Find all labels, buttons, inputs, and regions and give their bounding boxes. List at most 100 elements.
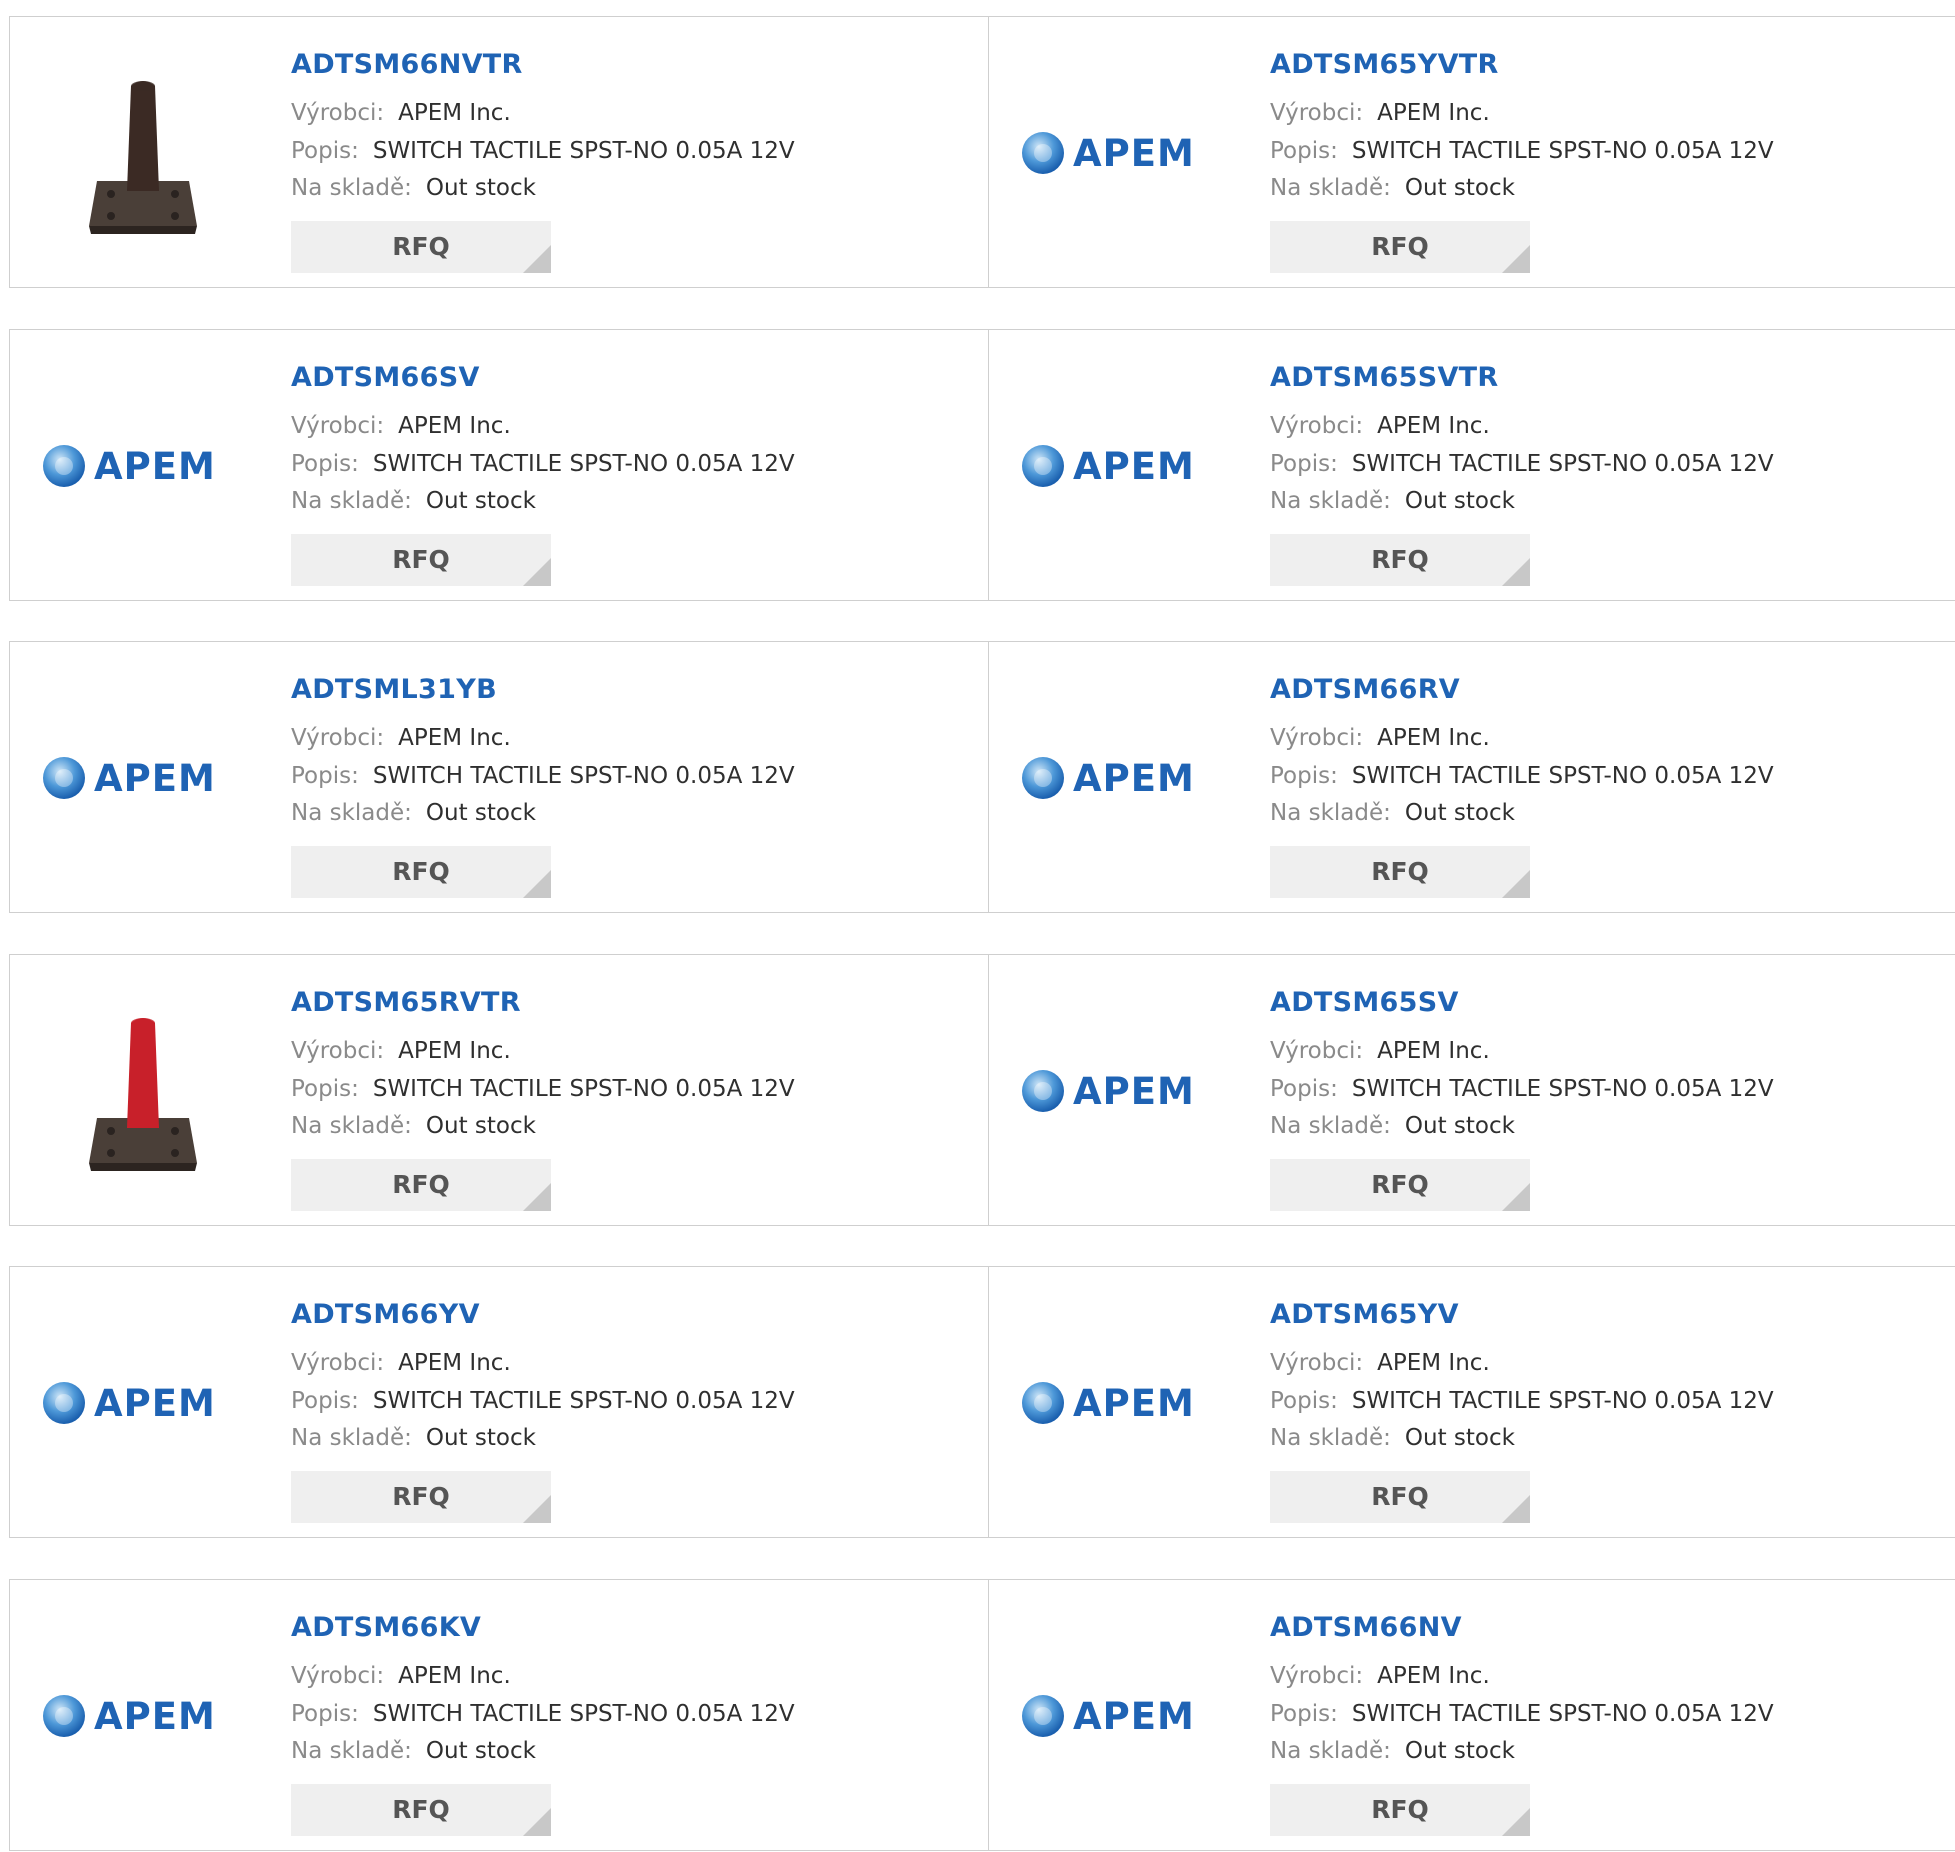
description-line: Popis: SWITCH TACTILE SPST-NO 0.05A 12V (291, 138, 795, 164)
rfq-button[interactable]: RFQ (1270, 1158, 1530, 1211)
manufacturer-line: Výrobci: APEM Inc. (1270, 1038, 1490, 1064)
part-number-link[interactable]: ADTSM66YV (291, 1299, 480, 1330)
stock-value: Out stock (425, 1112, 536, 1139)
svg-text:APEM: APEM (94, 757, 216, 800)
corner-triangle-icon (1502, 245, 1530, 273)
manufacturer-line: Výrobci: APEM Inc. (291, 1350, 511, 1376)
product-image[interactable] (42, 991, 242, 1191)
svg-text:APEM: APEM (94, 1382, 216, 1425)
part-number-link[interactable]: ADTSM66RV (1270, 674, 1460, 705)
rfq-label: RFQ (392, 1482, 450, 1511)
stock-label: Na skladě: (291, 487, 412, 514)
apem-logo-icon: APEM (1022, 132, 1194, 175)
apem-logo-icon: APEM (1022, 1069, 1194, 1113)
part-number-link[interactable]: ADTSM65RVTR (291, 987, 521, 1018)
rfq-button[interactable]: RFQ (291, 1471, 551, 1523)
rfq-button[interactable]: RFQ (1270, 1471, 1530, 1523)
part-number-link[interactable]: ADTSM65YV (1270, 1299, 1459, 1330)
stock-line: Na skladě: Out stock (1270, 1425, 1515, 1451)
description-value: SWITCH TACTILE SPST-NO 0.05A 12V (372, 1388, 795, 1414)
description-label: Popis: (291, 1388, 359, 1414)
part-number-link[interactable]: ADTSM65SVTR (1270, 362, 1498, 393)
part-number-link[interactable]: ADTSM66KV (291, 1612, 481, 1643)
rfq-button[interactable]: RFQ (291, 1783, 551, 1836)
part-number-link[interactable]: ADTSM66NVTR (291, 49, 523, 80)
manufacturer-line: Výrobci: APEM Inc. (291, 1038, 511, 1064)
part-number-link[interactable]: ADTSM66SV (291, 362, 480, 393)
description-line: Popis: SWITCH TACTILE SPST-NO 0.05A 12V (291, 451, 795, 477)
stock-label: Na skladě: (291, 175, 412, 201)
manufacturer-value: APEM Inc. (1377, 725, 1490, 751)
manufacturer-line: Výrobci: APEM Inc. (291, 413, 511, 439)
manufacturer-line: Výrobci: APEM Inc. (1270, 100, 1490, 126)
rfq-button[interactable]: RFQ (1270, 221, 1530, 273)
manufacturer-value: APEM Inc. (1377, 1350, 1490, 1376)
description-line: Popis: SWITCH TACTILE SPST-NO 0.05A 12V (291, 1076, 795, 1102)
product-image[interactable]: APEM (1021, 1616, 1221, 1816)
rfq-button[interactable]: RFQ (291, 221, 551, 273)
stock-value: Out stock (425, 1425, 536, 1451)
product-image[interactable]: APEM (1021, 991, 1221, 1191)
svg-text:APEM: APEM (1073, 1695, 1195, 1738)
manufacturer-value: APEM Inc. (398, 412, 511, 439)
manufacturer-line: Výrobci: APEM Inc. (291, 1663, 511, 1689)
manufacturer-line: Výrobci: APEM Inc. (291, 725, 511, 751)
product-image[interactable]: APEM (1021, 53, 1221, 253)
product-card: APEM ADTSM65SVTR Výrobci: APEM Inc. Popis… (989, 330, 1949, 602)
product-image[interactable]: APEM (1021, 366, 1221, 566)
stock-label: Na skladě: (1270, 1737, 1391, 1764)
product-image[interactable]: APEM (42, 366, 242, 566)
stock-value: Out stock (425, 487, 536, 514)
manufacturer-label: Výrobci: (1270, 412, 1364, 439)
part-number-link[interactable]: ADTSM65SV (1270, 987, 1459, 1018)
svg-text:APEM: APEM (94, 1695, 216, 1738)
part-number-link[interactable]: ADTSM66NV (1270, 1612, 1462, 1643)
product-card: APEM ADTSM66SV Výrobci: APEM Inc. Popis: S… (10, 330, 970, 602)
stock-value: Out stock (425, 800, 536, 826)
apem-logo-icon: APEM (1022, 1694, 1195, 1738)
part-number-link[interactable]: ADTSML31YB (291, 674, 497, 705)
corner-triangle-icon (1502, 1182, 1530, 1211)
corner-triangle-icon (1502, 870, 1530, 898)
manufacturer-line: Výrobci: APEM Inc. (1270, 1663, 1490, 1689)
stock-label: Na skladě: (291, 800, 412, 826)
apem-logo-icon: APEM (1022, 757, 1195, 800)
stock-value: Out stock (1404, 175, 1515, 201)
description-label: Popis: (291, 450, 359, 477)
product-card: APEM ADTSM65YVTR Výrobci: APEM Inc. Popis… (989, 17, 1949, 289)
stock-value: Out stock (1404, 1425, 1515, 1451)
description-label: Popis: (1270, 763, 1338, 789)
description-line: Popis: SWITCH TACTILE SPST-NO 0.05A 12V (291, 1388, 795, 1414)
svg-text:APEM: APEM (1073, 1382, 1195, 1425)
rfq-button[interactable]: RFQ (1270, 846, 1530, 898)
apem-logo-icon: APEM (1022, 1382, 1195, 1425)
stock-label: Na skladě: (1270, 1425, 1391, 1451)
part-number-link[interactable]: ADTSM65YVTR (1270, 49, 1499, 80)
product-image[interactable]: APEM (42, 678, 242, 878)
apem-logo-icon: APEM (1022, 444, 1195, 488)
manufacturer-label: Výrobci: (291, 100, 385, 126)
stock-line: Na skladě: Out stock (291, 175, 536, 201)
description-line: Popis: SWITCH TACTILE SPST-NO 0.05A 12V (291, 763, 795, 789)
product-image[interactable]: APEM (1021, 678, 1221, 878)
svg-text:APEM: APEM (1073, 757, 1195, 800)
product-image[interactable]: APEM (42, 1303, 242, 1503)
manufacturer-label: Výrobci: (1270, 100, 1364, 126)
rfq-button[interactable]: RFQ (1270, 533, 1530, 586)
product-image[interactable]: APEM (42, 1616, 242, 1816)
product-card: APEM ADTSM66NV Výrobci: APEM Inc. Popis: S… (989, 1580, 1949, 1852)
description-value: SWITCH TACTILE SPST-NO 0.05A 12V (1351, 763, 1774, 789)
stock-value: Out stock (1404, 1737, 1515, 1764)
rfq-button[interactable]: RFQ (291, 533, 551, 586)
product-image[interactable] (42, 53, 242, 253)
description-label: Popis: (291, 138, 359, 164)
rfq-label: RFQ (1371, 232, 1429, 261)
rfq-button[interactable]: RFQ (291, 1158, 551, 1211)
rfq-button[interactable]: RFQ (291, 846, 551, 898)
product-image[interactable]: APEM (1021, 1303, 1221, 1503)
stock-line: Na skladě: Out stock (1270, 800, 1515, 826)
corner-triangle-icon (523, 1182, 551, 1211)
rfq-button[interactable]: RFQ (1270, 1783, 1530, 1836)
svg-text:APEM: APEM (1073, 445, 1195, 488)
description-label: Popis: (1270, 1388, 1338, 1414)
